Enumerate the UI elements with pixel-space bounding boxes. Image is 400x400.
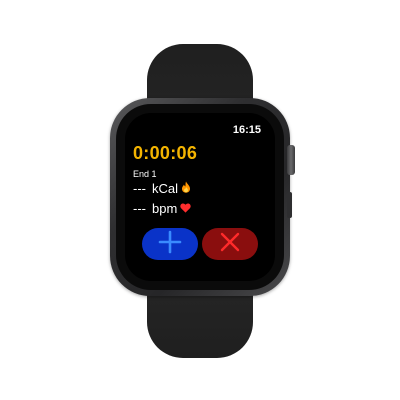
side-button[interactable] [287,192,292,218]
heart-icon [180,201,191,216]
elapsed-timer: 0:00:06 [133,143,198,163]
plus-icon [158,230,182,259]
heart-rate-value: --- [133,201,146,216]
device-frame: 16:15 0:00:06 End 1 --- kCal --- bpm [0,0,400,400]
add-button[interactable] [142,228,198,260]
calories-value: --- [133,181,146,196]
status-time: 16:15 [232,124,261,136]
cancel-button[interactable] [202,228,258,260]
heart-rate-row: --- bpm [133,201,191,216]
flame-icon [181,181,191,196]
watch-screen: 16:15 0:00:06 End 1 --- kCal --- bpm [125,113,275,281]
heart-rate-unit: bpm [152,201,178,216]
close-icon [219,231,241,258]
digital-crown[interactable] [287,145,295,175]
end-label: End 1 [133,169,157,179]
calories-unit: kCal [152,181,179,196]
calories-row: --- kCal [133,181,191,196]
